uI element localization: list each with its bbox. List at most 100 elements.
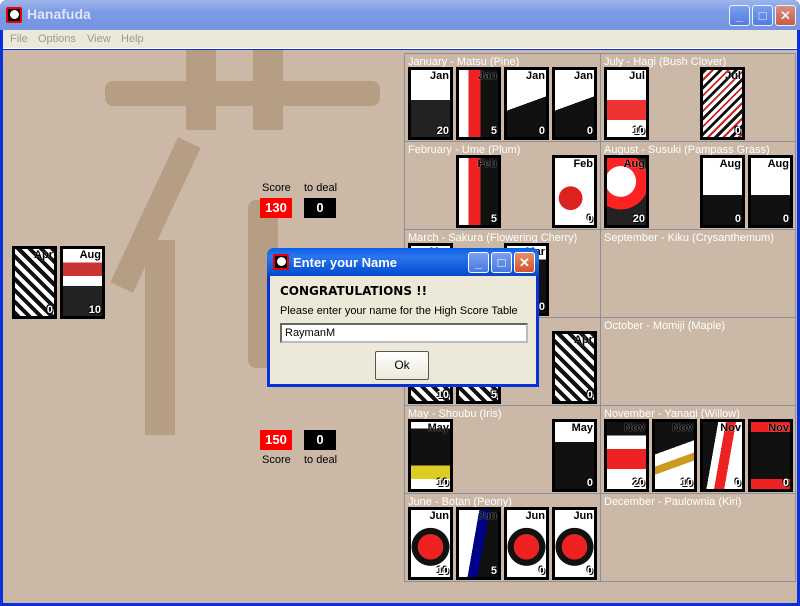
card-points: 10 [88,304,101,316]
card-art: Aug 10 [63,249,102,316]
card-art: Nov 0 [751,422,790,489]
card-points: 0 [586,125,593,137]
card-points: 0 [46,304,53,316]
close-button[interactable]: ✕ [775,5,796,26]
card-month: Apr [34,249,53,261]
card-points: 5 [490,565,497,577]
card-points: 0 [538,301,545,313]
card-apr-wisteria[interactable]: Apr 0 [552,331,597,404]
card-art: Apr 0 [15,249,54,316]
card-art: Apr 0 [555,334,594,401]
card-month: Aug [767,158,789,170]
card-jun-peony[interactable]: Jun 0 [552,507,597,580]
card-points: 0 [734,477,741,489]
player-score-label: Score [262,454,291,466]
card-month: Feb [477,158,497,170]
month-label: October - Momiji (Maple) [604,320,726,332]
card-jun-peony[interactable]: Jun 10 [408,507,453,580]
card-month: May [427,422,449,434]
dialog-close-button[interactable]: ✕ [514,252,535,273]
maximize-button[interactable]: □ [752,5,773,26]
card-art: Feb 5 [459,158,498,225]
card-points: 0 [586,389,593,401]
card-month: Nov [672,422,693,434]
dialog-title: Enter your Name [293,255,398,270]
card-nov-redribbon[interactable]: Nov 0 [700,419,745,492]
card-aug-hill[interactable]: Aug 0 [700,155,745,228]
card-art: Aug 0 [751,158,790,225]
card-aug-geese[interactable]: Aug 10 [60,246,105,319]
month-cell-12: December - Paulownia (Kiri) [600,493,796,582]
dialog-prompt: Please enter your name for the High Scor… [280,305,518,317]
card-art: Jan 0 [555,70,594,137]
card-jan-crane[interactable]: Jan 20 [408,67,453,140]
card-points: 20 [436,125,449,137]
app-icon [273,254,289,270]
congratulations-heading: CONGRATULATIONS !! [280,284,428,298]
card-feb-ribbon[interactable]: Feb 5 [456,155,501,228]
card-art: Jan 0 [507,70,546,137]
card-art: Jun 10 [411,510,450,577]
card-points: 0 [538,125,545,137]
card-jul-clover[interactable]: Jul 0 [700,67,745,140]
card-jan-pine[interactable]: Jan 0 [552,67,597,140]
menu-view[interactable]: View [87,33,111,45]
card-points: 20 [632,213,645,225]
card-art: Jun 0 [507,510,546,577]
card-art: Nov 20 [607,422,646,489]
card-jul-boar[interactable]: Jul 10 [604,67,649,140]
player-score: 150 [260,430,292,450]
opponent-to-deal-label: to deal [304,182,338,194]
card-art: Aug 20 [607,158,646,225]
minimize-button[interactable]: _ [729,5,750,26]
menu-help[interactable]: Help [121,33,144,45]
card-art: Nov 0 [703,422,742,489]
card-points: 5 [490,125,497,137]
background-kanji [186,50,216,130]
opponent-score-label: Score [262,182,291,194]
card-jun-blue[interactable]: Jun 5 [456,507,501,580]
app-icon [6,7,22,23]
card-nov-swallow[interactable]: Nov 10 [652,419,697,492]
card-month: Aug [719,158,741,170]
opponent-score: 130 [260,198,292,218]
card-may-iris[interactable]: May 0 [552,419,597,492]
card-nov-rain[interactable]: Nov 20 [604,419,649,492]
dialog-title-bar[interactable]: Enter your Name _ □ ✕ [267,248,539,276]
card-points: 5 [490,389,497,401]
background-kanji [105,81,380,106]
card-may-bridge[interactable]: May 10 [408,419,453,492]
card-nov-lightning[interactable]: Nov 0 [748,419,793,492]
card-jun-peony[interactable]: Jun 0 [504,507,549,580]
card-month: Nov [720,422,741,434]
card-month: Aug [623,158,645,170]
card-month: Jul [725,70,741,82]
card-jan-pine[interactable]: Jan 0 [504,67,549,140]
card-art: Jul 10 [607,70,646,137]
card-aug-hill[interactable]: Aug 0 [748,155,793,228]
card-art: Jan 20 [411,70,450,137]
card-art: Jun 0 [555,510,594,577]
ok-button[interactable]: Ok [375,351,429,380]
month-label: December - Paulownia (Kiri) [604,496,742,508]
card-art: Jun 5 [459,510,498,577]
card-jan-ribbon[interactable]: Jan 5 [456,67,501,140]
title-bar[interactable]: Hanafuda _ □ ✕ [0,0,800,30]
menu-options[interactable]: Options [38,33,76,45]
month-label: September - Kiku (Crysanthemum) [604,232,774,244]
card-month: Jul [629,70,645,82]
card-feb-plum[interactable]: Feb 0 [552,155,597,228]
dialog-maximize-button[interactable]: □ [491,252,512,273]
card-art: Feb 0 [555,158,594,225]
menu-file[interactable]: File [10,33,28,45]
card-aug-moon[interactable]: Aug 20 [604,155,649,228]
card-art: May 0 [555,422,594,489]
card-points: 10 [436,477,449,489]
name-input[interactable] [280,323,528,343]
card-art: May 10 [411,422,450,489]
card-month: Jun [573,510,593,522]
card-month: Jan [574,70,593,82]
card-month: Jun [477,510,497,522]
card-apr-wisteria[interactable]: Apr 0 [12,246,57,319]
dialog-minimize-button[interactable]: _ [468,252,489,273]
